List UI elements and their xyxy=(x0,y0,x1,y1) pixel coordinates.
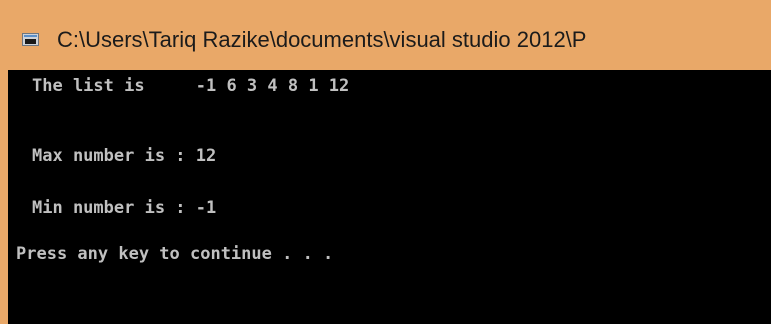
console-window-icon[interactable] xyxy=(22,33,39,46)
console-output[interactable]: The list is -1 6 3 4 8 1 12 Max number i… xyxy=(8,70,771,324)
console-window: C:\Users\Tariq Razike\documents\visual s… xyxy=(0,0,771,324)
console-line-max: Max number is : 12 xyxy=(32,146,217,166)
window-border xyxy=(0,70,8,324)
console-line-min: Min number is : -1 xyxy=(32,198,217,218)
console-line-list: The list is -1 6 3 4 8 1 12 xyxy=(32,76,350,96)
window-title: C:\Users\Tariq Razike\documents\visual s… xyxy=(57,27,587,52)
console-line-prompt: Press any key to continue . . . xyxy=(16,244,334,264)
title-bar[interactable]: C:\Users\Tariq Razike\documents\visual s… xyxy=(0,0,771,70)
